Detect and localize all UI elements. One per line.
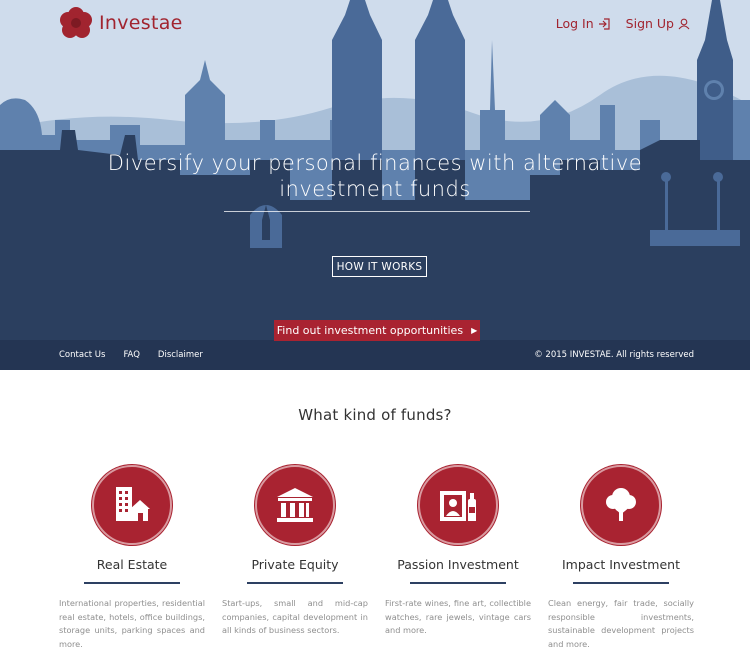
fund-name: Real Estate xyxy=(96,557,168,572)
login-arrow-icon xyxy=(598,17,610,30)
headline-divider xyxy=(224,211,530,212)
flower-logo-icon xyxy=(60,7,92,38)
footer-link-faq[interactable]: FAQ xyxy=(123,350,139,360)
fund-divider xyxy=(247,582,343,584)
fund-description: Start-ups, small and mid-cap companies, … xyxy=(222,598,368,635)
login-label: Log In xyxy=(555,16,594,31)
fund-name: Impact Investment xyxy=(561,557,680,572)
brand-name: Investae xyxy=(99,12,183,34)
fund-name: Private Equity xyxy=(251,557,339,572)
cta-label: Find out investment opportunities xyxy=(276,324,464,337)
hero-banner: Investae Log In Sign Up Diversify your p… xyxy=(0,0,750,370)
copyright-text: © 2015 INVESTAE. All rights reserved xyxy=(534,350,694,360)
fund-icon-circle xyxy=(581,465,661,545)
signup-link[interactable]: Sign Up xyxy=(626,16,690,31)
footer-links: Contact Us FAQ Disclaimer xyxy=(59,350,221,360)
fund-icon-circle xyxy=(418,465,498,545)
brand-logo[interactable]: Investae xyxy=(59,6,183,40)
login-link[interactable]: Log In xyxy=(556,16,610,31)
find-opportunities-button[interactable]: Find out investment opportunities ▶ xyxy=(274,320,480,341)
bank-columns-icon xyxy=(277,488,313,522)
fund-divider xyxy=(84,582,180,584)
fund-icon-circle xyxy=(255,465,335,545)
play-arrow-icon: ▶ xyxy=(471,326,478,335)
footer-link-disclaimer[interactable]: Disclaimer xyxy=(158,350,203,360)
fund-icon-circle xyxy=(92,465,172,545)
how-it-works-button[interactable]: HOW IT WORKS xyxy=(332,256,427,277)
fund-description: Clean energy, fair trade, socially respo… xyxy=(548,598,694,649)
fund-description: International properties, residential re… xyxy=(59,598,205,649)
auth-links: Log In Sign Up xyxy=(556,16,690,31)
fund-divider xyxy=(410,582,506,584)
footer-link-contact[interactable]: Contact Us xyxy=(59,350,105,360)
hero-headline: Diversify your personal finances with al… xyxy=(107,151,643,201)
tree-icon xyxy=(606,488,636,521)
fund-description: First-rate wines, fine art, collectible … xyxy=(385,598,531,635)
funds-section-title: What kind of funds? xyxy=(298,406,452,424)
user-icon xyxy=(678,18,690,29)
building-house-icon xyxy=(116,487,150,521)
signup-label: Sign Up xyxy=(625,16,674,31)
fund-divider xyxy=(573,582,669,584)
fund-name: Passion Investment xyxy=(397,557,519,572)
painting-bottle-icon xyxy=(440,491,476,521)
